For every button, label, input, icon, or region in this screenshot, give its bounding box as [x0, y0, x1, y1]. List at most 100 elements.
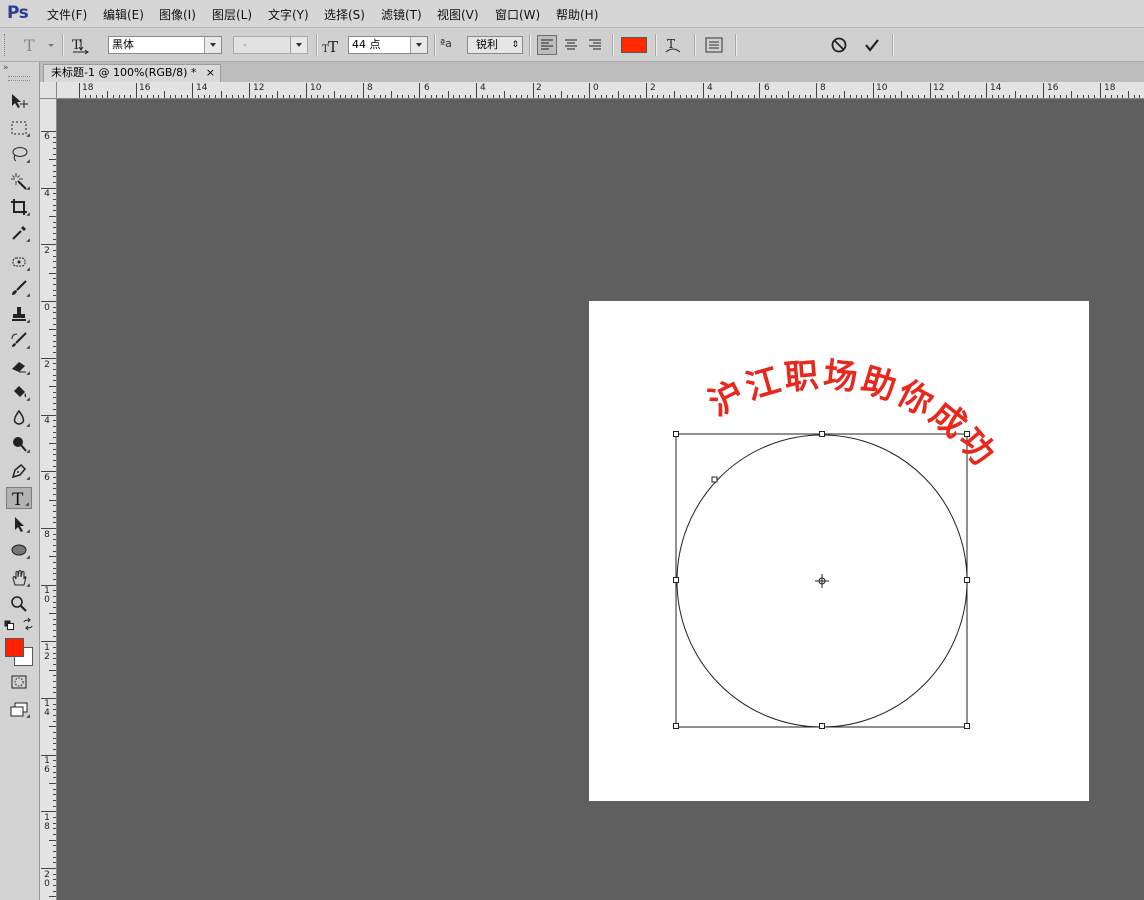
text-color-swatch[interactable]	[621, 37, 647, 53]
font-style-value: -	[243, 38, 247, 51]
ruler-label: 12	[44, 643, 50, 662]
character-panel-button[interactable]	[704, 35, 724, 55]
brush-tool[interactable]	[6, 277, 32, 299]
font-style-select[interactable]: -	[233, 36, 308, 54]
ruler-label: 14	[196, 83, 208, 93]
ruler-label: 10	[876, 83, 888, 93]
ruler-label: 18	[82, 83, 94, 93]
antialias-select[interactable]: 锐利 ⇕	[467, 36, 523, 54]
foreground-color-swatch[interactable]	[5, 638, 24, 657]
menu-help[interactable]: 帮助(H)	[556, 6, 598, 23]
menu-window[interactable]: 窗口(W)	[495, 6, 540, 23]
ellipse-tool[interactable]	[6, 539, 32, 561]
warp-text-button[interactable]: T	[663, 35, 683, 55]
healing-brush-tool[interactable]	[6, 251, 32, 273]
marquee-tool[interactable]	[6, 117, 32, 139]
ruler-label: 4	[480, 83, 486, 93]
ruler-label: 16	[1047, 83, 1059, 93]
quick-mask-button[interactable]	[6, 671, 32, 693]
zoom-tool[interactable]	[6, 593, 32, 615]
eraser-tool[interactable]	[6, 355, 32, 377]
chevron-down-icon	[410, 37, 427, 53]
close-icon[interactable]: ×	[206, 65, 215, 81]
path-text[interactable]: 沪江职场助你成功	[703, 355, 1005, 475]
blur-tool[interactable]	[6, 407, 32, 429]
ruler-label: 12	[933, 83, 945, 93]
quick-mask-icon	[11, 675, 27, 689]
align-center-button[interactable]	[561, 35, 581, 55]
align-left-button[interactable]	[537, 35, 557, 55]
ruler-label: 2	[44, 360, 50, 370]
menu-view[interactable]: 视图(V)	[437, 6, 479, 23]
commit-edits-button[interactable]	[862, 35, 882, 55]
ruler-label: 6	[764, 83, 770, 93]
updown-icon: ⇕	[511, 40, 519, 50]
ruler-label: 16	[139, 83, 151, 93]
ruler-label: 0	[593, 83, 599, 93]
panel-grip[interactable]	[8, 76, 30, 81]
menu-image[interactable]: 图像(I)	[159, 6, 196, 23]
font-size-icon: T T	[322, 37, 342, 58]
swap-colors-icon[interactable]	[22, 617, 34, 631]
menu-type[interactable]: 文字(Y)	[268, 6, 309, 23]
menu-edit[interactable]: 编辑(E)	[103, 6, 144, 23]
ruler-label: 10	[44, 586, 50, 605]
crosshair-icon[interactable]	[815, 574, 829, 588]
ruler-label: 14	[44, 699, 50, 718]
ruler-label: 16	[44, 756, 50, 775]
screen-mode-button[interactable]	[6, 698, 32, 720]
dodge-tool[interactable]	[6, 433, 32, 455]
antialias-icon: ªa	[440, 37, 452, 50]
paint-bucket-tool[interactable]	[6, 381, 32, 403]
document-canvas[interactable]: 沪江职场助你成功	[589, 301, 1089, 801]
options-grip[interactable]	[4, 34, 7, 56]
menu-select[interactable]: 选择(S)	[324, 6, 365, 23]
ruler-label: 2	[44, 246, 50, 256]
document-tab[interactable]: 未标题-1 @ 100%(RGB/8) * ×	[43, 64, 221, 82]
photoshop-logo[interactable]: Ps	[7, 3, 29, 23]
document-tab-title: 未标题-1 @ 100%(RGB/8) *	[51, 66, 197, 79]
warp-text-icon: T	[665, 37, 681, 53]
ruler-label: 4	[707, 83, 713, 93]
tool-preset-picker[interactable]: T	[22, 34, 56, 59]
svg-text:T: T	[24, 36, 35, 55]
collapse-panel-icon[interactable]: »	[3, 63, 9, 73]
clone-stamp-tool[interactable]	[6, 303, 32, 325]
menu-filter[interactable]: 滤镜(T)	[381, 6, 422, 23]
path-selection-tool[interactable]	[6, 513, 32, 535]
text-on-path-layer[interactable]: 沪江职场助你成功	[589, 301, 1089, 801]
chevron-down-icon	[204, 37, 221, 53]
chevron-down-icon	[290, 37, 307, 53]
lasso-tool[interactable]	[6, 143, 32, 165]
svg-text:T: T	[328, 38, 338, 55]
crop-tool[interactable]	[6, 196, 32, 218]
menu-layer[interactable]: 图层(L)	[212, 6, 252, 23]
ruler-label: 2	[536, 83, 542, 93]
font-family-select[interactable]: 黑体	[108, 36, 222, 54]
horizontal-ruler[interactable]: 18 16 14 12 10 8 6 4 2 0 2 4 6 8 10 12 1…	[57, 82, 1144, 99]
default-colors-icon[interactable]	[4, 619, 14, 630]
menu-file[interactable]: 文件(F)	[47, 6, 87, 23]
cancel-edits-button[interactable]	[829, 35, 849, 55]
ruler-label: 6	[44, 473, 50, 483]
font-size-value: 44 点	[352, 38, 381, 51]
eyedropper-tool[interactable]	[6, 222, 32, 244]
ruler-label: 18	[44, 813, 50, 832]
checkmark-icon	[865, 39, 879, 52]
font-size-select[interactable]: 44 点	[348, 36, 428, 54]
hand-tool[interactable]	[6, 567, 32, 589]
pen-tool[interactable]	[6, 460, 32, 482]
toggle-text-orientation-button[interactable]: T	[70, 35, 90, 55]
ruler-origin[interactable]	[40, 82, 57, 99]
zoom-icon	[11, 596, 27, 612]
history-brush-tool[interactable]	[6, 329, 32, 351]
options-bar: T T 黑体 - T T 44 点 ªa 锐利 ⇕ T	[0, 28, 1144, 62]
move-tool[interactable]	[6, 90, 32, 112]
ruler-label: 18	[1104, 83, 1116, 93]
ruler-label: 4	[44, 416, 50, 426]
quick-selection-tool[interactable]	[6, 170, 32, 192]
canvas-workspace[interactable]: 沪江职场助你成功	[57, 99, 1144, 900]
align-right-button[interactable]	[585, 35, 605, 55]
type-tool[interactable]: T	[6, 487, 32, 509]
vertical-ruler[interactable]: 6 4 2 0 2 4 6 8 10 12 14 16 18 20	[40, 99, 57, 900]
